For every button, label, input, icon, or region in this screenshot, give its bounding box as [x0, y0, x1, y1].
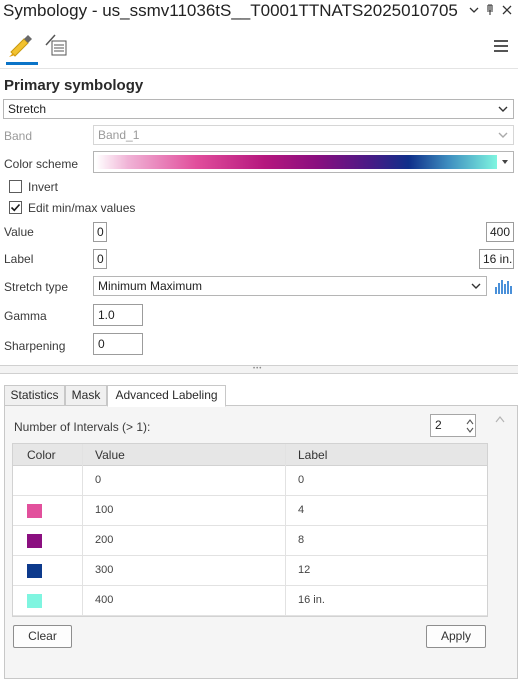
clear-button[interactable]: Clear — [13, 625, 72, 648]
gamma-input[interactable]: 1.0 — [93, 304, 143, 326]
table-row[interactable]: 0 0 — [13, 466, 487, 496]
intervals-value: 2 — [435, 418, 442, 432]
band-value: Band_1 — [98, 128, 140, 142]
chevron-down-icon — [498, 132, 508, 138]
color-scheme-picker[interactable] — [93, 151, 514, 173]
renderer-value: Stretch — [8, 102, 47, 116]
label-min-input[interactable]: 0 — [93, 249, 107, 269]
value-max: 400 — [490, 225, 511, 239]
color-swatch[interactable] — [27, 594, 42, 608]
value-label: Value — [4, 225, 34, 239]
color-swatch[interactable] — [27, 474, 42, 488]
chevron-down-icon — [498, 106, 508, 112]
stretch-type-value: Minimum Maximum — [98, 279, 203, 293]
row-value[interactable]: 300 — [95, 564, 113, 576]
label-max-input[interactable]: 16 in. — [479, 249, 514, 269]
row-value[interactable]: 100 — [95, 504, 113, 516]
title-bar: Symbology - us_ssmv11036tS__T0001TTNATS2… — [0, 0, 518, 26]
column-header-label: Label — [298, 448, 328, 462]
divider — [0, 68, 518, 69]
sharpening-input[interactable]: 0 — [93, 333, 143, 355]
row-label[interactable]: 8 — [298, 534, 304, 546]
secondary-symbology-tab[interactable] — [43, 30, 71, 60]
gamma-value: 1.0 — [98, 308, 115, 322]
stretch-type-dropdown[interactable]: Minimum Maximum — [93, 276, 487, 296]
panel-splitter[interactable]: ••• — [0, 365, 518, 374]
histogram-icon — [495, 280, 512, 294]
row-value[interactable]: 0 — [95, 474, 101, 486]
edit-minmax-label: Edit min/max values — [28, 201, 136, 215]
tab-advanced-labeling[interactable]: Advanced Labeling — [107, 385, 226, 407]
brush-icon — [9, 35, 32, 57]
table-row[interactable]: 400 16 in. — [13, 586, 487, 616]
table-row[interactable]: 100 4 — [13, 496, 487, 526]
value-min-input[interactable]: 0 — [93, 222, 107, 242]
table-header: Color Value Label — [13, 444, 487, 466]
scroll-up-icon[interactable] — [494, 414, 506, 424]
sharpening-value: 0 — [98, 337, 105, 351]
layer-list-icon — [45, 34, 67, 56]
value-min: 0 — [97, 225, 104, 239]
hamburger-menu-icon[interactable] — [494, 40, 508, 52]
chevron-down-icon — [502, 160, 508, 164]
row-label[interactable]: 16 in. — [298, 594, 325, 606]
check-icon — [10, 203, 21, 212]
band-dropdown[interactable]: Band_1 — [93, 125, 514, 145]
color-scheme-label: Color scheme — [4, 157, 79, 171]
spinner-arrows-icon[interactable] — [465, 417, 475, 435]
table-row[interactable]: 200 8 — [13, 526, 487, 556]
chevron-down-icon[interactable] — [466, 4, 482, 20]
sharpening-label: Sharpening — [4, 339, 66, 353]
row-value[interactable]: 400 — [95, 594, 113, 606]
tab-statistics[interactable]: Statistics — [4, 385, 65, 406]
window-title: Symbology - us_ssmv11036tS__T0001TTNATS2… — [3, 1, 458, 20]
label-min: 0 — [97, 252, 104, 266]
renderer-dropdown[interactable]: Stretch — [3, 99, 514, 119]
value-max-input[interactable]: 400 — [486, 222, 514, 242]
active-tab-indicator — [6, 62, 38, 65]
pin-icon[interactable] — [482, 4, 498, 20]
row-label[interactable]: 4 — [298, 504, 304, 516]
row-label[interactable]: 12 — [298, 564, 310, 576]
labels-table: Color Value Label 0 0 100 4 200 8 300 12… — [12, 443, 488, 617]
label-max: 16 in. — [483, 252, 513, 266]
intervals-label: Number of Intervals (> 1): — [14, 420, 151, 434]
color-swatch[interactable] — [27, 564, 42, 578]
close-icon[interactable] — [499, 4, 515, 20]
color-swatch[interactable] — [27, 504, 42, 518]
column-header-color: Color — [27, 448, 56, 462]
column-header-value: Value — [95, 448, 125, 462]
invert-label: Invert — [28, 180, 59, 194]
apply-button[interactable]: Apply — [426, 625, 486, 648]
table-row[interactable]: 300 12 — [13, 556, 487, 586]
primary-symbology-tab[interactable] — [6, 30, 36, 60]
histogram-button[interactable] — [492, 276, 514, 296]
symbology-tool-strip — [0, 26, 518, 68]
label-label: Label — [4, 252, 34, 266]
gamma-label: Gamma — [4, 309, 47, 323]
row-value[interactable]: 200 — [95, 534, 113, 546]
band-label: Band — [4, 129, 33, 143]
invert-checkbox[interactable] — [9, 180, 22, 193]
edit-minmax-checkbox[interactable] — [9, 201, 22, 214]
stretch-type-label: Stretch type — [4, 280, 69, 294]
chevron-down-icon — [471, 283, 481, 289]
tab-mask[interactable]: Mask — [65, 385, 107, 406]
intervals-spinner[interactable]: 2 — [430, 414, 476, 437]
row-label[interactable]: 0 — [298, 474, 304, 486]
color-ramp — [96, 155, 497, 169]
grip-icon: ••• — [253, 366, 263, 372]
section-title: Primary symbology — [4, 77, 144, 94]
color-swatch[interactable] — [27, 534, 42, 548]
